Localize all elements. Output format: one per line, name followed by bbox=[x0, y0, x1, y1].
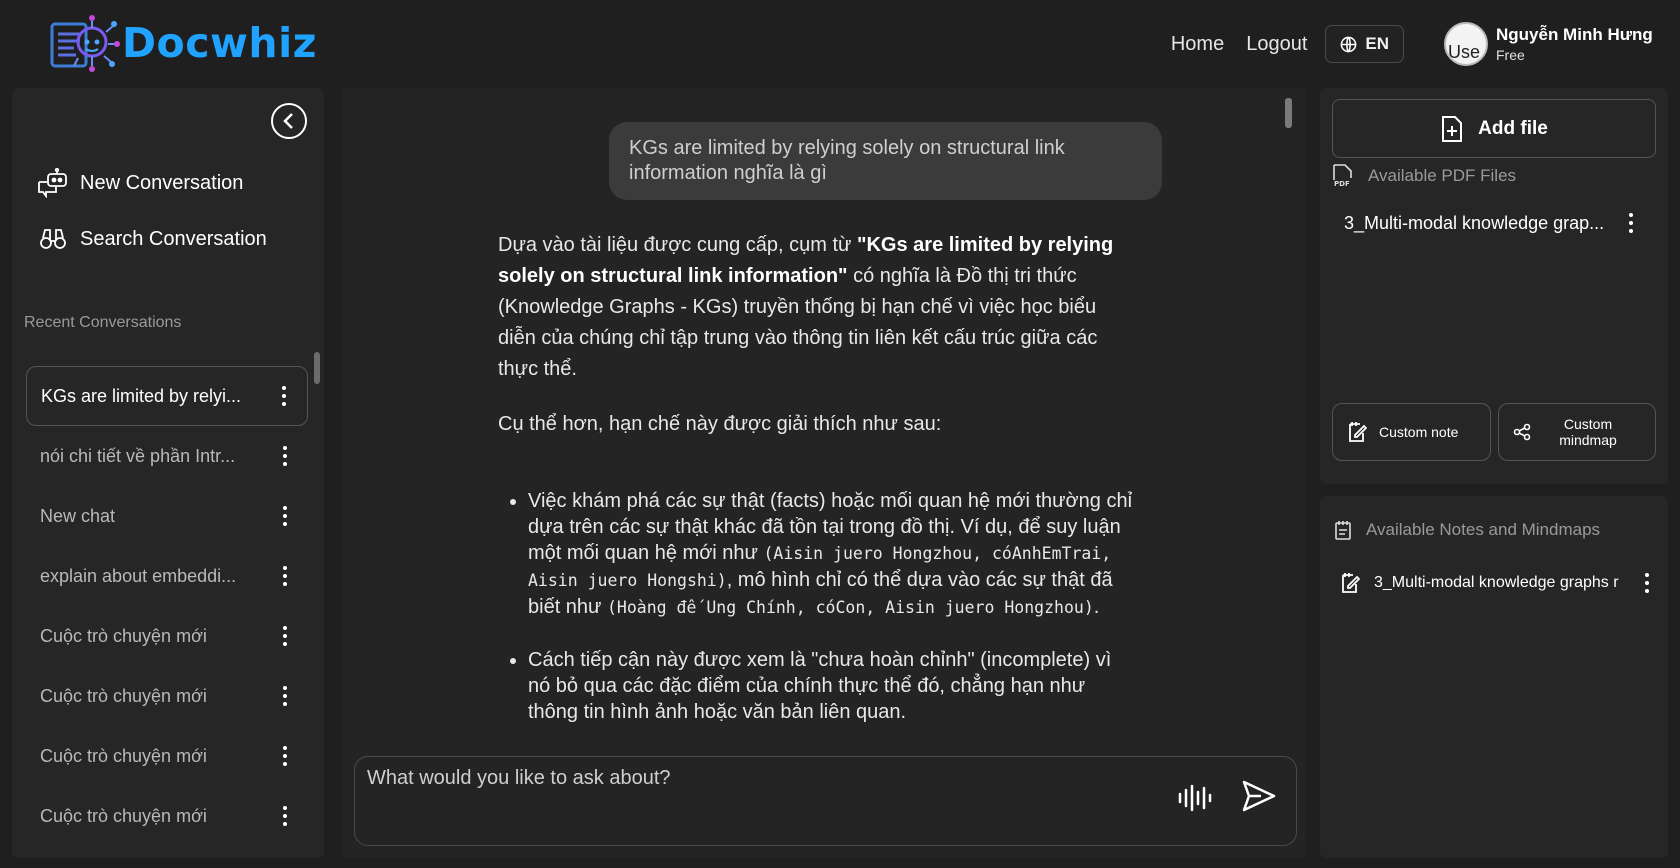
user-profile[interactable]: Use Nguyễn Minh Hưng Free bbox=[1444, 22, 1680, 66]
assistant-answer: Dựa vào tài liệu được cung cấp, cụm từ "… bbox=[498, 230, 1138, 751]
user-info: Nguyễn Minh Hưng Free bbox=[1496, 25, 1653, 63]
language-button[interactable]: EN bbox=[1325, 25, 1404, 63]
avatar-alt-text: Use bbox=[1448, 42, 1481, 62]
notes-panel: Available Notes and Mindmaps 3_Multi-mod… bbox=[1320, 496, 1668, 858]
conversation-item[interactable]: explain about embeddi... bbox=[26, 546, 308, 606]
answer-text: . bbox=[1093, 596, 1100, 618]
conversation-item[interactable]: KGs are limited by relyi... bbox=[26, 366, 308, 426]
conversation-label: explain about embeddi... bbox=[40, 565, 237, 586]
voice-input-button[interactable] bbox=[1177, 783, 1213, 818]
more-vertical-icon[interactable] bbox=[282, 506, 288, 526]
files-panel: Add file PDF Available PDF Files 3_Multi… bbox=[1320, 88, 1668, 484]
custom-note-button[interactable]: Custom note bbox=[1332, 403, 1491, 461]
new-conversation-label: New Conversation bbox=[80, 171, 244, 194]
conversation-label: Cuộc trò chuyện mới bbox=[40, 805, 207, 826]
notes-section-label: Available Notes and Mindmaps bbox=[1334, 520, 1600, 540]
avatar[interactable]: Use bbox=[1444, 22, 1488, 66]
conversation-label: Cuộc trò chuyện mới bbox=[40, 745, 207, 766]
send-button[interactable] bbox=[1241, 779, 1277, 818]
more-vertical-icon[interactable] bbox=[282, 566, 288, 586]
more-vertical-icon[interactable] bbox=[281, 386, 287, 406]
sidebar-scrollbar[interactable] bbox=[314, 352, 320, 384]
conversation-item[interactable]: Cuộc trò chuyện mới bbox=[26, 786, 308, 846]
pdf-section-label: PDF Available PDF Files bbox=[1332, 164, 1516, 188]
add-file-button[interactable]: Add file bbox=[1332, 99, 1656, 158]
conversation-item[interactable]: Cuộc trò chuyện mới bbox=[26, 666, 308, 726]
new-conversation-button[interactable]: New Conversation bbox=[36, 168, 243, 198]
answer-list-item: Cách tiếp cận này được xem là "chưa hoàn… bbox=[528, 647, 1138, 725]
more-vertical-icon[interactable] bbox=[1628, 213, 1634, 233]
chat-input-box bbox=[354, 756, 1297, 846]
chat-input[interactable] bbox=[367, 767, 1147, 827]
chat-bot-icon bbox=[38, 168, 67, 198]
more-vertical-icon[interactable] bbox=[282, 446, 288, 466]
chevron-left-icon bbox=[283, 113, 293, 129]
pdf-section-title: Available PDF Files bbox=[1368, 166, 1517, 185]
notes-section-title: Available Notes and Mindmaps bbox=[1366, 520, 1601, 539]
chat-panel: KGs are limited by relying solely on str… bbox=[342, 88, 1306, 858]
binoculars-icon bbox=[40, 229, 66, 249]
top-nav: Home Logout EN Use Nguyễn Minh Hưng Free bbox=[1171, 22, 1680, 66]
custom-note-label: Custom note bbox=[1379, 424, 1459, 440]
send-icon bbox=[1242, 780, 1276, 812]
chat-scrollbar[interactable] bbox=[1285, 98, 1292, 128]
custom-mindmap-button[interactable]: Custom mindmap bbox=[1498, 403, 1656, 461]
robot-document-logo-icon bbox=[50, 15, 120, 72]
pdf-file-icon: PDF bbox=[1333, 164, 1352, 188]
globe-icon bbox=[1341, 36, 1357, 52]
notepad-icon bbox=[1335, 521, 1351, 540]
note-edit-icon bbox=[1349, 422, 1367, 442]
custom-mindmap-label: Custom mindmap bbox=[1559, 416, 1617, 448]
collapse-sidebar-button[interactable] bbox=[271, 103, 307, 139]
pdf-file-item[interactable]: 3_Multi-modal knowledge grap... bbox=[1344, 208, 1644, 238]
brand-name: Docwhiz bbox=[122, 19, 317, 67]
nav-logout-link[interactable]: Logout bbox=[1246, 33, 1307, 56]
inline-code: (Hoàng đế Ung Chính, cóCon, Aisin juero … bbox=[607, 598, 1094, 617]
top-header: Docwhiz Home Logout EN Use Nguyễn Minh H… bbox=[0, 0, 1680, 86]
conversation-item[interactable]: nói chi tiết về phần Intr... bbox=[26, 426, 308, 486]
brand-logo[interactable]: Docwhiz bbox=[48, 12, 317, 74]
user-name: Nguyễn Minh Hưng bbox=[1496, 25, 1653, 44]
language-label: EN bbox=[1365, 34, 1389, 53]
conversation-label: Cuộc trò chuyện mới bbox=[40, 625, 207, 646]
more-vertical-icon[interactable] bbox=[282, 746, 288, 766]
conversation-label: New chat bbox=[40, 505, 116, 526]
left-sidebar: New Conversation Search Conversation Rec… bbox=[12, 88, 324, 858]
nav-home-link[interactable]: Home bbox=[1171, 33, 1224, 56]
answer-list: Việc khám phá các sự thật (facts) hoặc m… bbox=[498, 488, 1138, 725]
search-conversation-label: Search Conversation bbox=[80, 227, 267, 250]
conversation-list: KGs are limited by relyi... nói chi tiết… bbox=[26, 366, 308, 846]
file-plus-icon bbox=[1442, 115, 1463, 142]
conversation-label: nói chi tiết về phần Intr... bbox=[40, 445, 236, 466]
search-conversation-button[interactable]: Search Conversation bbox=[36, 224, 267, 254]
user-plan: Free bbox=[1496, 47, 1525, 63]
more-vertical-icon[interactable] bbox=[1644, 573, 1650, 593]
answer-paragraph: Dựa vào tài liệu được cung cấp, cụm từ "… bbox=[498, 230, 1138, 385]
recent-conversations-label: Recent Conversations bbox=[24, 314, 182, 331]
conversation-label: KGs are limited by relyi... bbox=[41, 385, 242, 406]
conversation-label: Cuộc trò chuyện mới bbox=[40, 685, 207, 706]
note-label: 3_Multi-modal knowledge graphs r bbox=[1374, 574, 1619, 591]
answer-paragraph: Cụ thể hơn, hạn chế này được giải thích … bbox=[498, 413, 942, 435]
note-edit-icon bbox=[1342, 573, 1360, 593]
more-vertical-icon[interactable] bbox=[282, 806, 288, 826]
add-file-label: Add file bbox=[1478, 117, 1548, 139]
share-nodes-icon bbox=[1513, 423, 1531, 441]
audio-waveform-icon bbox=[1178, 784, 1212, 812]
more-vertical-icon[interactable] bbox=[282, 626, 288, 646]
conversation-item[interactable]: New chat bbox=[26, 486, 308, 546]
answer-text: Dựa vào tài liệu được cung cấp, cụm từ bbox=[498, 234, 857, 256]
user-message-bubble: KGs are limited by relying solely on str… bbox=[609, 122, 1162, 200]
svg-text:PDF: PDF bbox=[1334, 180, 1350, 188]
conversation-item[interactable]: Cuộc trò chuyện mới bbox=[26, 606, 308, 666]
answer-list-item: Việc khám phá các sự thật (facts) hoặc m… bbox=[528, 488, 1138, 621]
pdf-file-label: 3_Multi-modal knowledge grap... bbox=[1344, 212, 1605, 233]
note-item[interactable]: 3_Multi-modal knowledge graphs r bbox=[1340, 568, 1660, 598]
conversation-item[interactable]: Cuộc trò chuyện mới bbox=[26, 726, 308, 786]
more-vertical-icon[interactable] bbox=[282, 686, 288, 706]
